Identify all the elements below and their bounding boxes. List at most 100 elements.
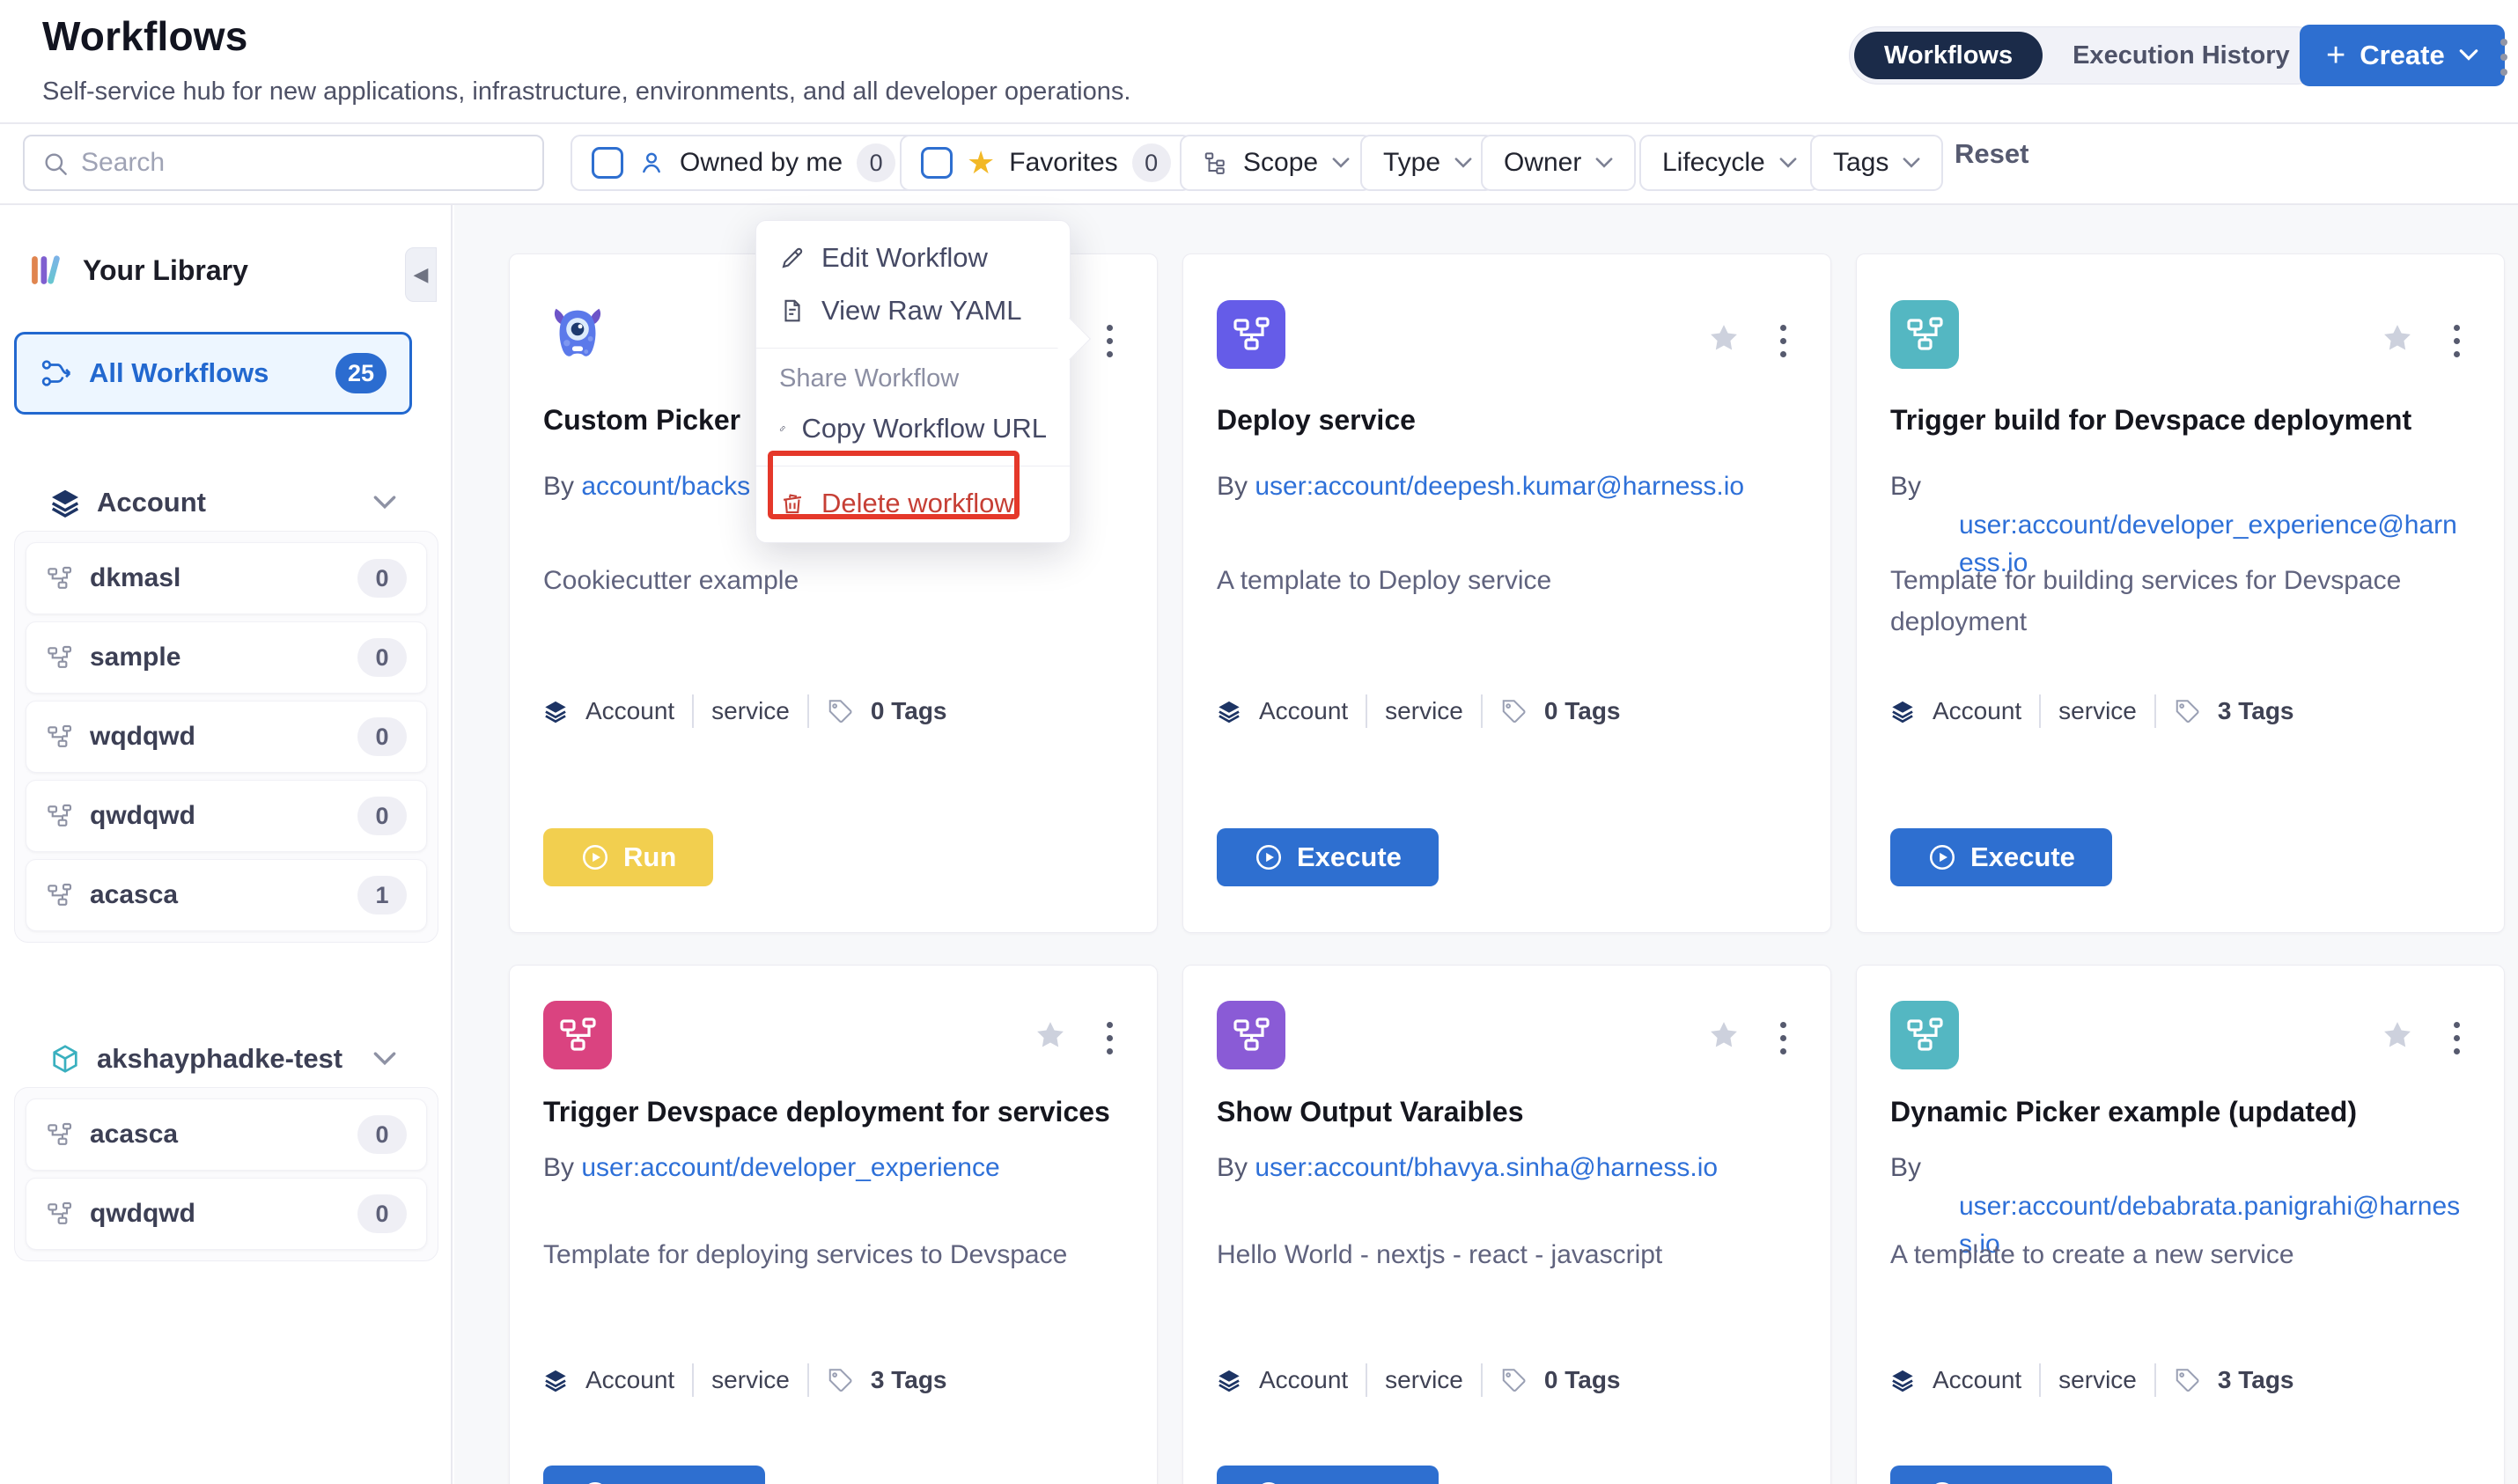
chevron-down-icon: [1454, 158, 1472, 169]
sidebar-item-qwdqwd[interactable]: qwdqwd 0: [26, 1178, 427, 1250]
filter-owned-by-me[interactable]: Owned by me 0: [571, 135, 917, 191]
filter-favorites[interactable]: ★ Favorites 0: [900, 135, 1192, 191]
menu-item-edit-workflow[interactable]: Edit Workflow: [756, 231, 1070, 284]
sidebar-item-count: 0: [357, 1115, 407, 1154]
card-author: By user:account/deepesh.kumar@harness.io: [1217, 467, 1792, 506]
favorite-star-icon[interactable]: [2381, 1018, 2414, 1052]
play-circle-icon: [580, 1480, 610, 1484]
card-type: service: [711, 697, 790, 725]
menu-item-label: Delete workflow: [821, 488, 1014, 519]
divider: [2039, 694, 2041, 728]
trash-icon: [779, 490, 806, 517]
favorites-count: 0: [1132, 143, 1171, 182]
workflow-icon: [1217, 300, 1285, 369]
menu-item-label: Edit Workflow: [821, 242, 988, 274]
sidebar-group-name: Account: [97, 487, 396, 518]
author-link[interactable]: user:account/bhavya.sinha@harness.io: [1255, 1153, 1718, 1182]
sidebar-group-panel: dkmasl 0 sample 0 wqdqwd 0 qwdqwd 0 acas…: [14, 531, 438, 943]
menu-item-copy-workflow-url[interactable]: Copy Workflow URL: [756, 402, 1070, 455]
divider: [1481, 694, 1483, 728]
workflow-card-4[interactable]: Trigger Devspace deployment for services…: [509, 965, 1158, 1484]
sidebar-group-header[interactable]: Account: [0, 474, 453, 531]
workflow-card-3[interactable]: Trigger build for Devspace deployment By…: [1856, 253, 2505, 933]
sidebar-item-count: 0: [357, 559, 407, 598]
reset-button[interactable]: Reset: [1955, 138, 2028, 170]
tag-icon: [827, 1367, 853, 1393]
page-header: Workflows Self-service hub for new appli…: [0, 0, 2518, 124]
sidebar-collapse-button[interactable]: ◀: [405, 247, 437, 302]
filter-dropdown-scope[interactable]: Scope: [1180, 135, 1373, 191]
layers-icon: [543, 1368, 568, 1392]
author-link[interactable]: user:account/deepesh.kumar@harness.io: [1255, 472, 1744, 501]
cube-icon: [49, 1043, 81, 1075]
author-link[interactable]: account/backs: [581, 472, 750, 501]
card-kebab-menu[interactable]: [2450, 1018, 2463, 1058]
play-circle-icon: [1254, 1480, 1284, 1484]
document-icon: [779, 298, 806, 324]
filter-dropdown-owner[interactable]: Owner: [1481, 135, 1636, 191]
create-button-label: Create: [2360, 40, 2445, 71]
favorite-star-icon[interactable]: [1707, 321, 1741, 355]
card-footer: Account service 3 Tags: [543, 1363, 1123, 1397]
sidebar-item-sample[interactable]: sample 0: [26, 621, 427, 694]
card-author: By user:account/bhavya.sinha@harness.io: [1217, 1149, 1792, 1187]
sidebar-item-all-workflows[interactable]: All Workflows 25: [14, 332, 412, 415]
sidebar-item-count: 0: [357, 797, 407, 835]
chevron-down-icon: [1595, 158, 1613, 169]
layers-icon: [543, 699, 568, 724]
card-action-button[interactable]: Execute: [1217, 1466, 1439, 1484]
card-action-button[interactable]: Execute: [543, 1466, 765, 1484]
sidebar-item-acasca[interactable]: acasca 0: [26, 1098, 427, 1171]
card-kebab-menu[interactable]: [2450, 321, 2463, 361]
sidebar-item-wqdqwd[interactable]: wqdqwd 0: [26, 701, 427, 773]
sidebar-item-label: dkmasl: [90, 563, 342, 593]
card-type: service: [1385, 1366, 1463, 1394]
card-footer: Account service 0 Tags: [1217, 1363, 1797, 1397]
card-scope: Account: [585, 1366, 674, 1394]
card-action-button[interactable]: Execute: [1890, 1466, 2112, 1484]
card-action-button[interactable]: Execute: [1217, 828, 1439, 886]
sidebar-item-qwdqwd[interactable]: qwdqwd 0: [26, 780, 427, 852]
workflow-card-5[interactable]: Show Output Varaibles By user:account/bh…: [1182, 965, 1831, 1484]
favorite-star-icon[interactable]: [1034, 1018, 1067, 1052]
menu-item-delete-workflow[interactable]: Delete workflow: [756, 477, 1070, 530]
play-circle-icon: [1254, 842, 1284, 872]
card-action-label: Execute: [1970, 1479, 2075, 1484]
workflow-icon: [543, 1001, 612, 1069]
sidebar-item-acasca[interactable]: acasca 1: [26, 859, 427, 931]
card-kebab-menu[interactable]: [1103, 321, 1116, 361]
header-kebab-menu[interactable]: [2500, 39, 2507, 76]
sidebar-group-header[interactable]: akshayphadke-test: [0, 1031, 453, 1087]
author-link[interactable]: user:account/developer_experience: [581, 1153, 999, 1182]
menu-item-view-raw-yaml[interactable]: View Raw YAML: [756, 284, 1070, 337]
filter-dropdown-type[interactable]: Type: [1360, 135, 1495, 191]
tab-execution-history[interactable]: Execution History: [2043, 32, 2320, 79]
card-kebab-menu[interactable]: [1777, 1018, 1790, 1058]
filter-dropdown-lifecycle[interactable]: Lifecycle: [1639, 135, 1820, 191]
search-input[interactable]: [81, 138, 521, 187]
workflow-card-2[interactable]: Deploy service By user:account/deepesh.k…: [1182, 253, 1831, 933]
divider: [1366, 694, 1367, 728]
card-action-button[interactable]: Run: [543, 828, 713, 886]
checkbox[interactable]: [592, 147, 623, 179]
tab-workflows[interactable]: Workflows: [1854, 32, 2043, 79]
checkbox[interactable]: [921, 147, 953, 179]
favorite-star-icon[interactable]: [2381, 321, 2414, 355]
tag-icon: [2174, 698, 2200, 724]
sidebar-item-dkmasl[interactable]: dkmasl 0: [26, 542, 427, 614]
create-button[interactable]: + Create: [2300, 25, 2505, 86]
card-kebab-menu[interactable]: [1103, 1018, 1116, 1058]
tag-icon: [1500, 698, 1527, 724]
card-kebab-menu[interactable]: [1777, 321, 1790, 361]
divider: [1481, 1363, 1483, 1397]
card-action-button[interactable]: Execute: [1890, 828, 2112, 886]
card-scope: Account: [585, 697, 674, 725]
favorite-star-icon[interactable]: [1707, 1018, 1741, 1052]
filter-dropdown-tags[interactable]: Tags: [1810, 135, 1943, 191]
sidebar-groups: Account dkmasl 0 sample 0 wqdqwd 0 qwdqw…: [0, 474, 453, 1349]
workflow-card-6[interactable]: Dynamic Picker example (updated) By user…: [1856, 965, 2505, 1484]
divider: [692, 694, 694, 728]
chevron-down-icon: [1779, 158, 1797, 169]
dropdown-label: Scope: [1243, 148, 1318, 178]
sidebar-item-label: acasca: [90, 1120, 342, 1150]
